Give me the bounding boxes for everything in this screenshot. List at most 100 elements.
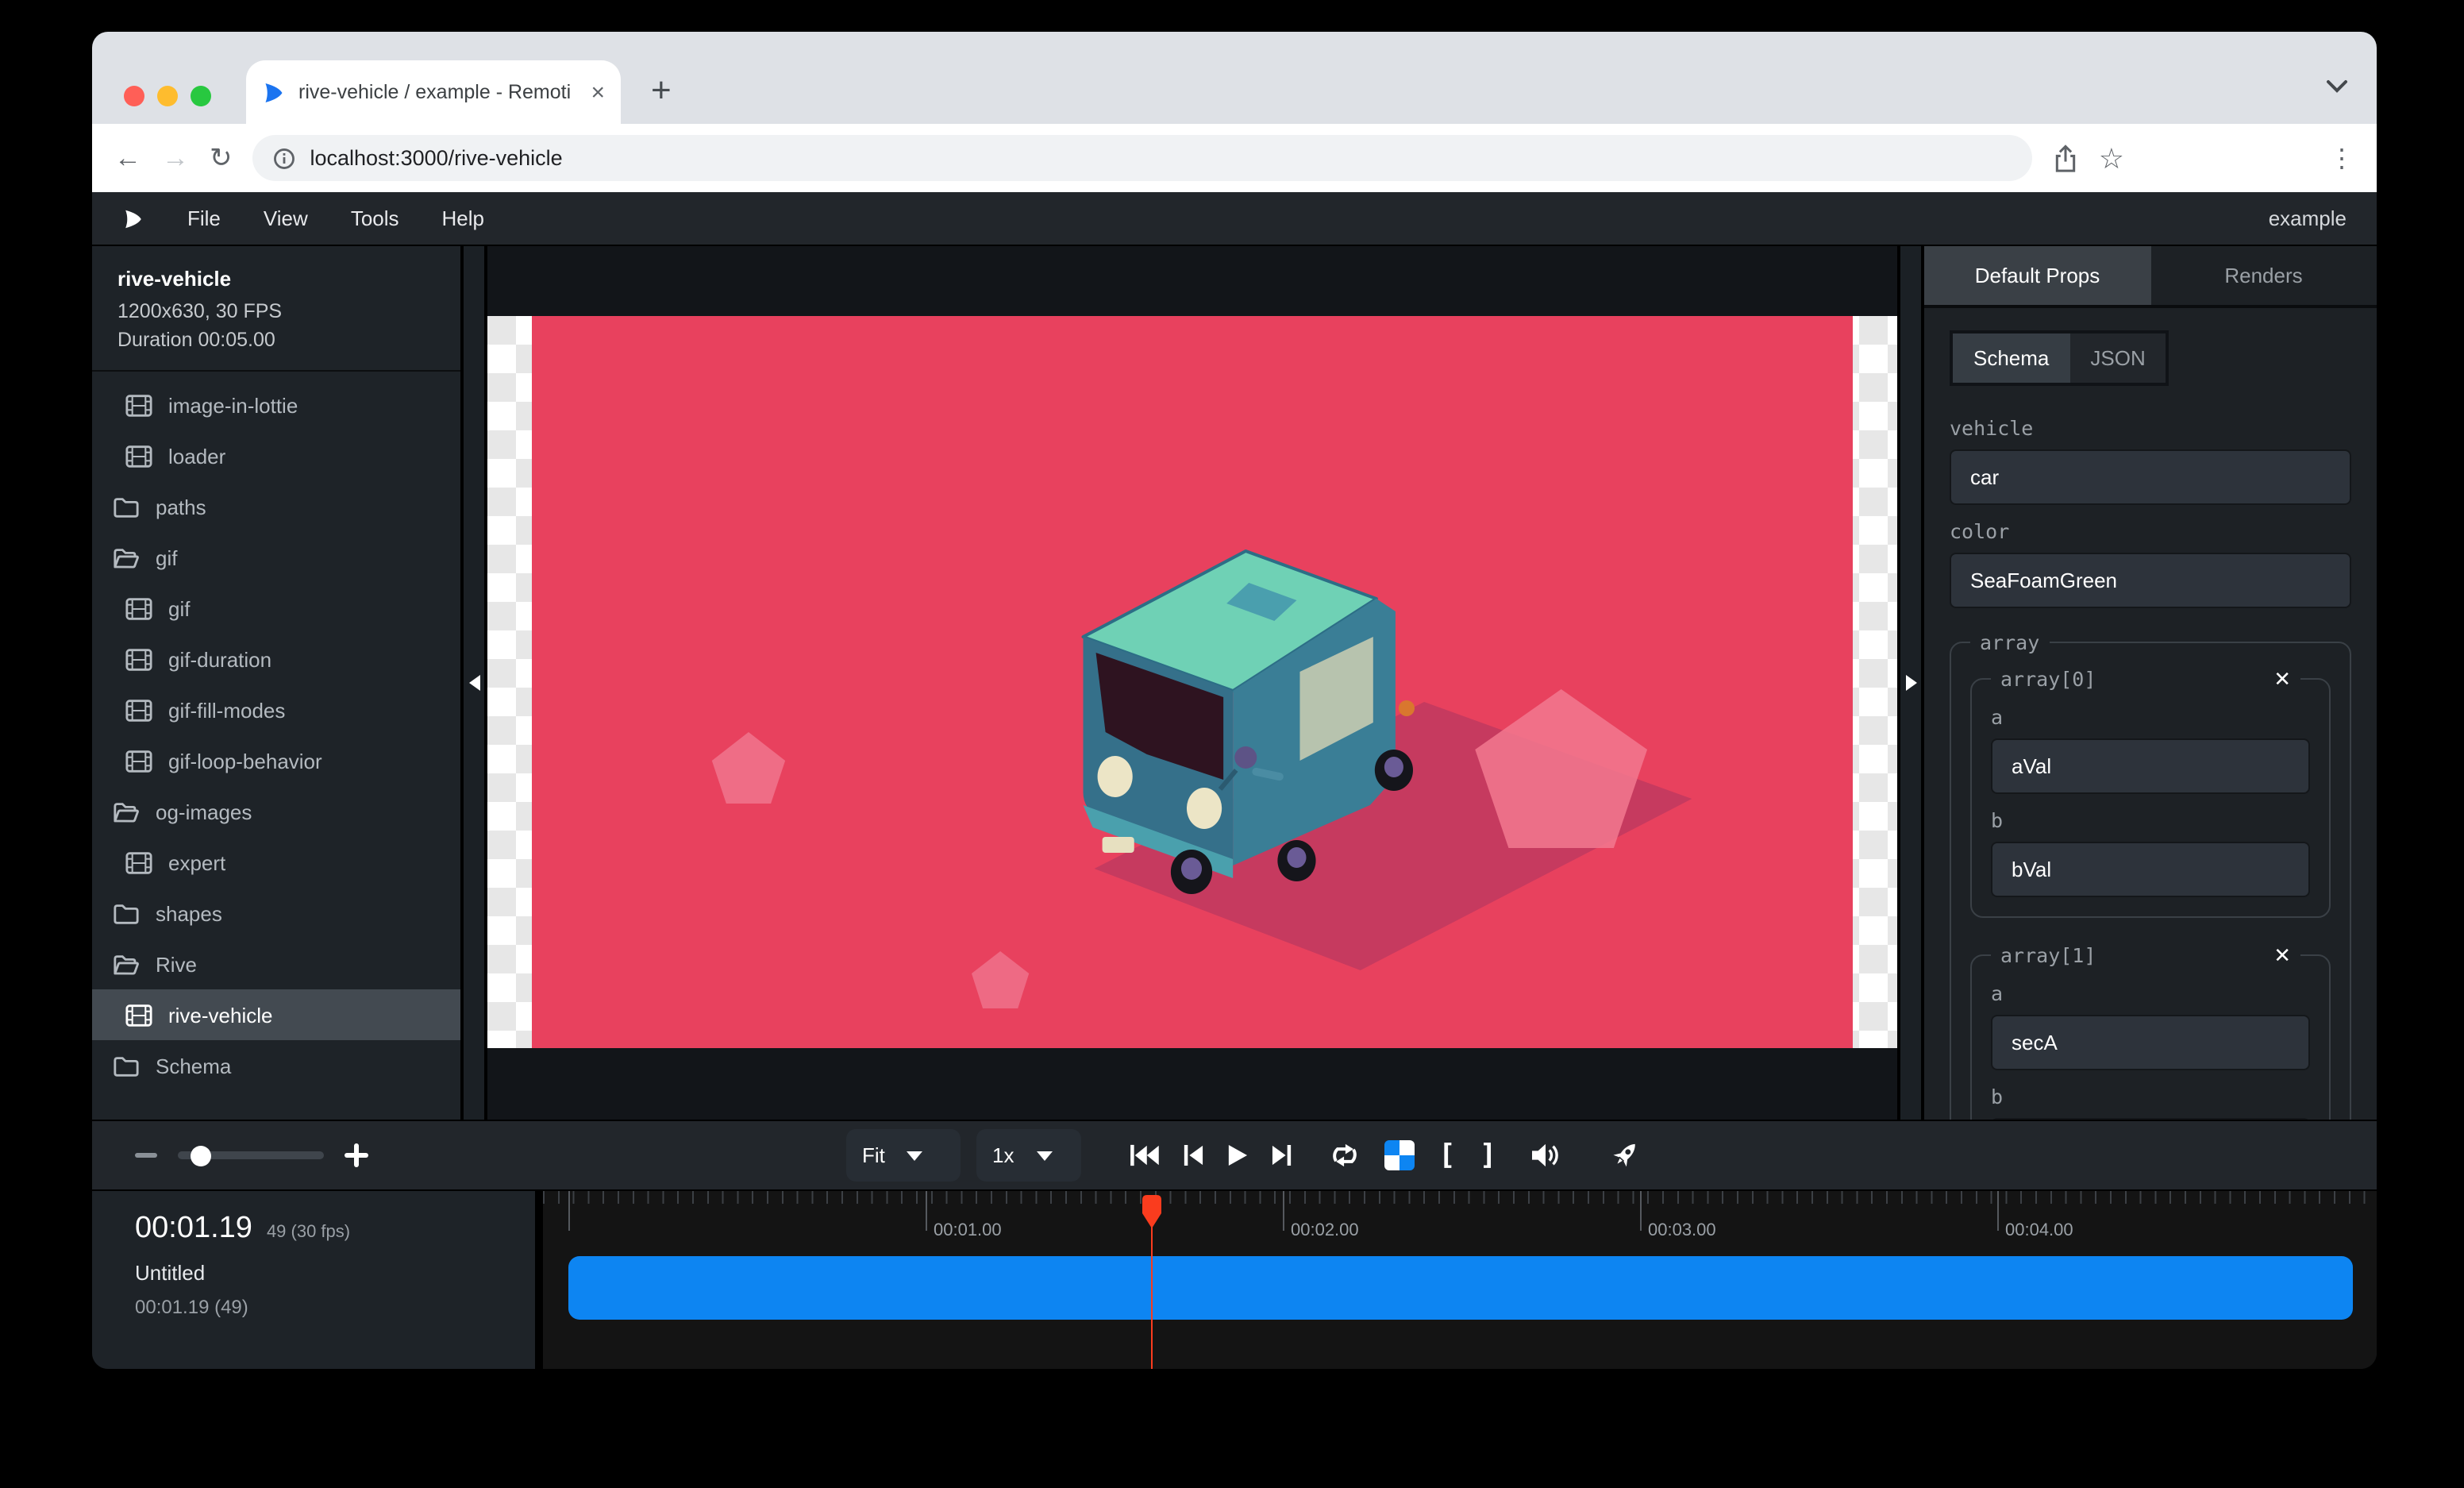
loop-icon[interactable] xyxy=(1329,1142,1361,1169)
reload-icon[interactable]: ↻ xyxy=(210,145,233,172)
sidebar-item-label: Rive xyxy=(156,952,197,976)
timeline-clip-bar[interactable] xyxy=(568,1256,2353,1320)
ruler-second-tick: 00:02.00 xyxy=(1283,1191,1284,1231)
zoom-slider[interactable] xyxy=(178,1151,324,1159)
film-icon xyxy=(125,1003,152,1027)
props-panel: Default PropsRenders SchemaJSON vehicle … xyxy=(1924,246,2377,1120)
tab-close-icon[interactable]: × xyxy=(591,80,605,104)
app-menu-items: File View Tools Help xyxy=(187,206,484,230)
color-input[interactable]: SeaFoamGreen xyxy=(1950,553,2351,608)
back-icon[interactable]: ← xyxy=(114,145,141,172)
array-items: array[0] ✕ a aVal b bVal array[1] ✕ a se… xyxy=(1967,667,2334,1120)
bookmark-star-icon[interactable]: ☆ xyxy=(2099,144,2124,172)
sidebar-item-gif[interactable]: gif xyxy=(92,583,460,634)
share-icon[interactable] xyxy=(2053,144,2078,172)
sidebar-item-shapes[interactable]: shapes xyxy=(92,888,460,939)
transparency-checkerboard-icon[interactable] xyxy=(1384,1140,1415,1170)
toggle-json[interactable]: JSON xyxy=(2069,333,2166,383)
menu-item-view[interactable]: View xyxy=(264,206,308,230)
project-name: rive-vehicle xyxy=(117,267,435,291)
menu-item-tools[interactable]: Tools xyxy=(351,206,399,230)
tab-default-props[interactable]: Default Props xyxy=(1924,246,2150,305)
fit-dropdown[interactable]: Fit xyxy=(846,1129,961,1182)
out-point-icon[interactable]: ] xyxy=(1480,1139,1497,1172)
address-bar[interactable]: localhost:3000/rive-vehicle xyxy=(253,135,2032,181)
new-tab-button[interactable]: + xyxy=(651,73,672,108)
next-frame-icon[interactable] xyxy=(1272,1143,1292,1167)
zoom-slider-knob[interactable] xyxy=(191,1145,211,1166)
in-point-icon[interactable]: [ xyxy=(1438,1139,1456,1172)
ruler-tick-label: 00:01.00 xyxy=(934,1221,1002,1240)
tab-renders[interactable]: Renders xyxy=(2150,246,2377,305)
sidebar-item-gif[interactable]: gif xyxy=(92,532,460,583)
zoom-out-icon[interactable] xyxy=(135,1154,157,1158)
zoom-in-icon[interactable] xyxy=(345,1143,368,1167)
browser-menu-icon[interactable]: ⋮ xyxy=(2329,142,2354,174)
toggle-schema[interactable]: Schema xyxy=(1953,333,2069,383)
transport-controls: Fit 1x xyxy=(846,1121,1639,1189)
sidebar-item-Rive[interactable]: Rive xyxy=(92,939,460,989)
sidebar-item-paths[interactable]: paths xyxy=(92,481,460,532)
zoom-window-button[interactable] xyxy=(191,86,211,106)
remove-array-item-button[interactable]: ✕ xyxy=(2273,945,2291,966)
folder-icon xyxy=(113,495,140,518)
sidebar-item-gif-loop-behavior[interactable]: gif-loop-behavior xyxy=(92,735,460,786)
menu-item-help[interactable]: Help xyxy=(442,206,485,230)
sidebar-item-loader[interactable]: loader xyxy=(92,430,460,481)
skip-to-start-icon[interactable] xyxy=(1129,1143,1159,1167)
sidebar-item-og-images[interactable]: og-images xyxy=(92,786,460,837)
collapse-right-icon[interactable] xyxy=(1905,675,1916,691)
menu-item-file[interactable]: File xyxy=(187,206,221,230)
prop-field-input[interactable]: bVal xyxy=(1991,842,2310,897)
right-panel-collapse-gutter[interactable] xyxy=(1897,246,1924,1120)
left-panel-collapse-gutter[interactable] xyxy=(460,246,487,1120)
tab-search-chevron-icon[interactable] xyxy=(2326,79,2348,94)
previous-frame-icon[interactable] xyxy=(1183,1143,1203,1167)
ruler-second-tick xyxy=(568,1191,570,1231)
array-item-legend: array[0] xyxy=(2000,667,2096,691)
prop-field-input[interactable]: aVal xyxy=(1991,738,2310,794)
sidebar-item-expert[interactable]: expert xyxy=(92,837,460,888)
props-panel-body: SchemaJSON vehicle car color SeaFoamGree… xyxy=(1924,308,2377,1120)
compositions-sidebar: rive-vehicle 1200x630, 30 FPS Duration 0… xyxy=(92,246,460,1120)
playback-speed-dropdown[interactable]: 1x xyxy=(976,1129,1081,1182)
sidebar-item-gif-fill-modes[interactable]: gif-fill-modes xyxy=(92,684,460,735)
sidebar-item-label: gif-loop-behavior xyxy=(168,749,322,773)
sidebar-item-label: shapes xyxy=(156,901,222,925)
browser-tab[interactable]: rive-vehicle / example - Remoti × xyxy=(246,60,621,124)
project-badge: example xyxy=(2269,206,2347,230)
play-icon[interactable] xyxy=(1227,1143,1248,1167)
prop-field-label: b xyxy=(1991,1085,2310,1108)
film-icon xyxy=(125,749,152,773)
sidebar-item-Schema[interactable]: Schema xyxy=(92,1040,460,1091)
vehicle-field-label: vehicle xyxy=(1950,416,2351,440)
vehicle-input[interactable]: car xyxy=(1950,449,2351,505)
film-icon xyxy=(125,444,152,468)
array-item: array[0] ✕ a aVal b bVal xyxy=(1970,667,2331,918)
project-resolution: 1200x630, 30 FPS xyxy=(117,300,435,322)
timeline-ruler[interactable]: 00:01.00 00:02.00 00:03.00 00:04.00 xyxy=(543,1191,2377,1255)
main-content: rive-vehicle 1200x630, 30 FPS Duration 0… xyxy=(92,246,2377,1120)
sidebar-item-gif-duration[interactable]: gif-duration xyxy=(92,634,460,684)
playhead[interactable] xyxy=(1142,1194,1162,1237)
timeline-tracks[interactable]: 00:01.00 00:02.00 00:03.00 00:04.00 xyxy=(543,1191,2377,1369)
film-icon xyxy=(125,647,152,671)
render-rocket-icon[interactable] xyxy=(1609,1140,1639,1170)
sidebar-item-label: loader xyxy=(168,444,225,468)
remotion-logo-icon[interactable] xyxy=(122,206,144,231)
collapse-left-icon[interactable] xyxy=(468,675,479,691)
playhead-pin-icon[interactable] xyxy=(1142,1194,1162,1229)
remove-array-item-button[interactable]: ✕ xyxy=(2273,669,2291,689)
sidebar-item-image-in-lottie[interactable]: image-in-lottie xyxy=(92,380,460,430)
minimize-window-button[interactable] xyxy=(157,86,178,106)
chevron-down-icon xyxy=(907,1151,923,1169)
tab-title: rive-vehicle / example - Remoti xyxy=(298,81,578,103)
sidebar-item-label: image-in-lottie xyxy=(168,393,298,417)
close-window-button[interactable] xyxy=(124,86,144,106)
array-group: array array[0] ✕ a aVal b bVal array[1] … xyxy=(1950,630,2351,1120)
site-info-icon[interactable] xyxy=(274,147,296,169)
prop-field-input[interactable]: secA xyxy=(1991,1015,2310,1070)
volume-icon[interactable] xyxy=(1530,1142,1560,1169)
screen: rive-vehicle / example - Remoti × + ← → … xyxy=(0,0,2464,1488)
sidebar-item-rive-vehicle[interactable]: rive-vehicle xyxy=(92,989,460,1040)
